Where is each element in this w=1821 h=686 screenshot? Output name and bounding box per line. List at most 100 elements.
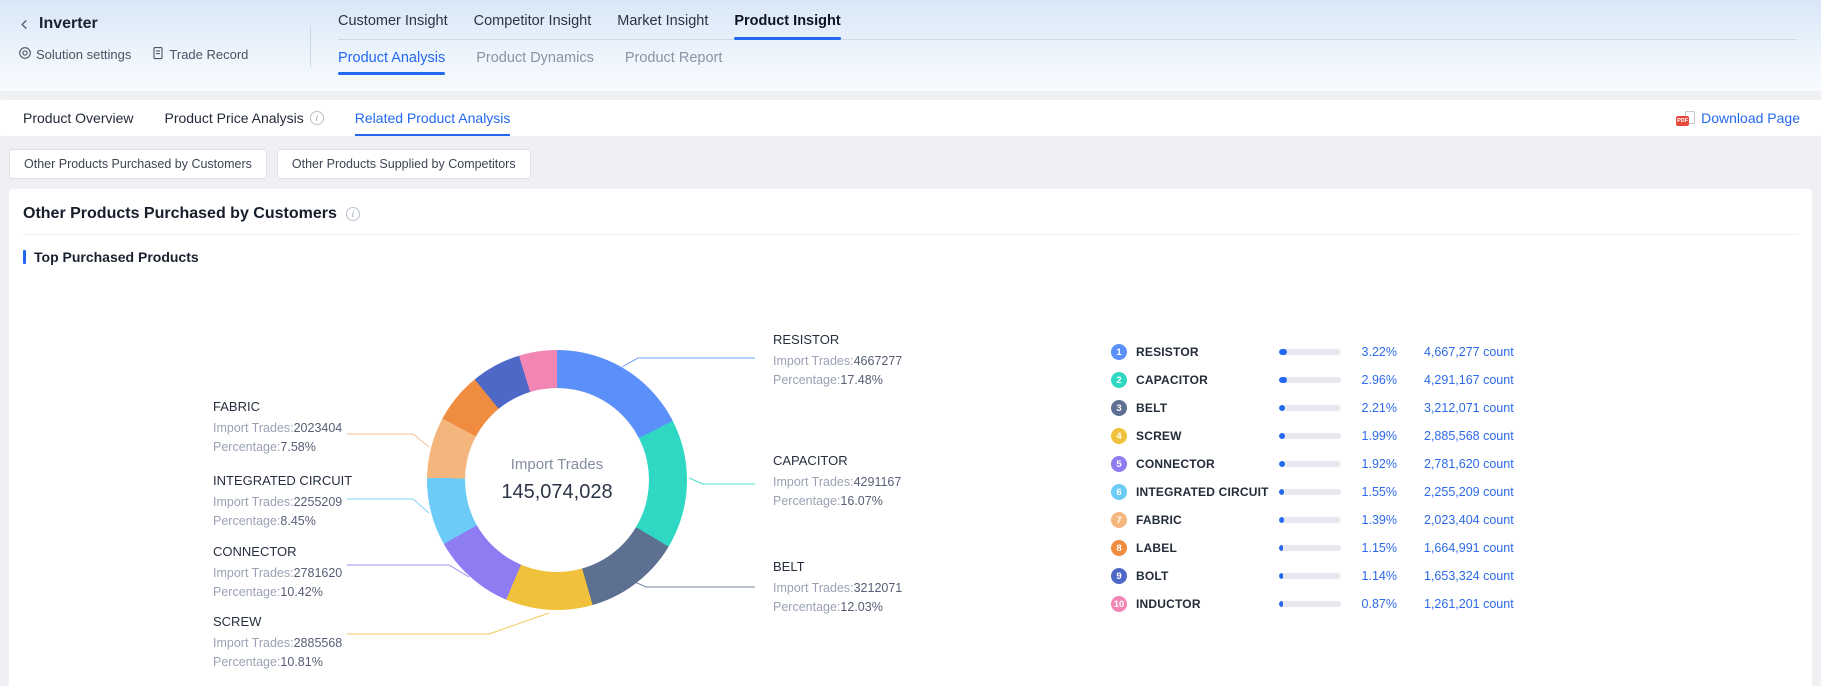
donut-callout-capacitor: CAPACITORImport Trades:4291167Percentage…: [773, 453, 968, 511]
legend-row-inductor[interactable]: 10INDUCTOR0.87%1,261,201 count: [1111, 590, 1514, 618]
callout-trades-value: 4291167: [854, 475, 902, 489]
legend-percentage: 1.39%: [1351, 513, 1397, 527]
callout-percentage: Percentage:10.42%: [213, 583, 408, 602]
callout-pct-value: 12.03%: [840, 600, 882, 614]
back-button[interactable]: [18, 17, 32, 31]
legend-percentage: 1.14%: [1351, 569, 1397, 583]
legend-product-name: INTEGRATED CIRCUIT: [1136, 485, 1279, 499]
toolbar-tab-related-product-analysis[interactable]: Related Product Analysis: [355, 100, 511, 136]
leader-line-capacitor: [689, 478, 755, 484]
callout-import-trades: Import Trades:2255209: [213, 493, 408, 512]
toolbar-tab-product-price-analysis[interactable]: Product Price Analysisi: [164, 100, 323, 136]
callout-trades-label: Import Trades:: [773, 581, 854, 595]
callout-pct-label: Percentage:: [213, 514, 280, 528]
legend-progress-fill: [1279, 545, 1283, 551]
donut-callout-connector: CONNECTORImport Trades:2781620Percentage…: [213, 544, 408, 602]
legend-row-belt[interactable]: 3BELT2.21%3,212,071 count: [1111, 394, 1514, 422]
legend-percentage: 3.22%: [1351, 345, 1397, 359]
callout-trades-label: Import Trades:: [213, 636, 294, 650]
callout-percentage: Percentage:8.45%: [213, 512, 408, 531]
filter-button-other-products-purchased-by-customers[interactable]: Other Products Purchased by Customers: [9, 149, 267, 179]
legend-percentage: 2.96%: [1351, 373, 1397, 387]
main-tab-customer-insight[interactable]: Customer Insight: [338, 13, 448, 29]
chevron-left-icon: [18, 18, 31, 31]
sub-tab-product-report[interactable]: Product Report: [625, 50, 723, 66]
download-page-link[interactable]: PDF Download Page: [1676, 100, 1800, 136]
legend-row-capacitor[interactable]: 2CAPACITOR2.96%4,291,167 count: [1111, 366, 1514, 394]
donut-center: Import Trades 145,074,028: [427, 350, 687, 610]
legend-row-screw[interactable]: 4SCREW1.99%2,885,568 count: [1111, 422, 1514, 450]
callout-trades-value: 2255209: [294, 495, 343, 509]
callout-pct-label: Percentage:: [773, 373, 840, 387]
callout-product-name: BELT: [773, 559, 968, 574]
callout-percentage: Percentage:16.07%: [773, 492, 968, 511]
main-tab-product-insight[interactable]: Product Insight: [734, 13, 840, 29]
main-tab-competitor-insight[interactable]: Competitor Insight: [474, 13, 592, 29]
callout-import-trades: Import Trades:3212071: [773, 579, 968, 598]
callout-import-trades: Import Trades:2023404: [213, 419, 408, 438]
callout-pct-value: 7.58%: [280, 440, 315, 454]
legend-count: 1,261,201 count: [1424, 597, 1514, 611]
legend-product-name: FABRIC: [1136, 513, 1279, 527]
donut-callout-belt: BELTImport Trades:3212071Percentage:12.0…: [773, 559, 968, 617]
legend-count: 2,255,209 count: [1424, 485, 1514, 499]
main-tab-bar: Customer Insight Competitor Insight Market…: [338, 13, 1797, 40]
callout-percentage: Percentage:10.81%: [213, 653, 408, 672]
legend-percentage: 2.21%: [1351, 401, 1397, 415]
legend-percentage: 1.99%: [1351, 429, 1397, 443]
legend-count: 2,885,568 count: [1424, 429, 1514, 443]
callout-product-name: SCREW: [213, 614, 408, 629]
legend-count: 2,023,404 count: [1424, 513, 1514, 527]
toolbar-tab-label: Product Overview: [23, 110, 133, 126]
legend-row-label[interactable]: 8LABEL1.15%1,664,991 count: [1111, 534, 1514, 562]
legend-progress-bar: [1279, 489, 1341, 495]
rank-badge: 1: [1111, 344, 1127, 360]
legend-progress-fill: [1279, 433, 1285, 439]
rank-badge: 4: [1111, 428, 1127, 444]
callout-trades-label: Import Trades:: [213, 495, 294, 509]
legend-row-integrated-circuit[interactable]: 6INTEGRATED CIRCUIT1.55%2,255,209 count: [1111, 478, 1514, 506]
callout-pct-label: Percentage:: [213, 585, 280, 599]
sub-tab-bar: Product Analysis Product Dynamics Product …: [338, 50, 1797, 66]
donut-callout-resistor: RESISTORImport Trades:4667277Percentage:…: [773, 332, 968, 390]
toolbar-tab-product-overview[interactable]: Product Overview: [23, 100, 133, 136]
toolbar-tab-label: Related Product Analysis: [355, 110, 511, 126]
legend-progress-fill: [1279, 461, 1285, 467]
legend-row-connector[interactable]: 5CONNECTOR1.92%2,781,620 count: [1111, 450, 1514, 478]
callout-pct-value: 10.42%: [280, 585, 322, 599]
main-tab-market-insight[interactable]: Market Insight: [617, 13, 708, 29]
callout-percentage: Percentage:7.58%: [213, 438, 408, 457]
sub-tab-product-analysis[interactable]: Product Analysis: [338, 50, 445, 66]
legend-progress-bar: [1279, 545, 1341, 551]
callout-pct-label: Percentage:: [213, 655, 280, 669]
legend-product-name: CAPACITOR: [1136, 373, 1279, 387]
legend-product-name: RESISTOR: [1136, 345, 1279, 359]
filter-button-other-products-supplied-by-competitors[interactable]: Other Products Supplied by Competitors: [277, 149, 531, 179]
callout-trades-value: 3212071: [854, 581, 903, 595]
rank-badge: 10: [1111, 596, 1127, 612]
page-header: Inverter Solution settingsTrade Record C…: [0, 0, 1821, 91]
callout-import-trades: Import Trades:2781620: [213, 564, 408, 583]
donut-chart-area: Import Trades 145,074,028 RESISTOR Import…: [9, 277, 1812, 686]
section-info-icon[interactable]: i: [346, 207, 360, 221]
subsection-title: Top Purchased Products: [34, 249, 199, 265]
header-action-solution-settings[interactable]: Solution settings: [18, 46, 131, 63]
sub-tab-product-dynamics[interactable]: Product Dynamics: [476, 50, 594, 66]
header-tabs-block: Customer Insight Competitor Insight Market…: [311, 0, 1797, 91]
download-page-label: Download Page: [1701, 110, 1800, 126]
legend-product-name: BOLT: [1136, 569, 1279, 583]
callout-percentage: Percentage:12.03%: [773, 598, 968, 617]
callout-trades-value: 4667277: [854, 354, 903, 368]
callout-pct-label: Percentage:: [773, 494, 840, 508]
legend-row-resistor[interactable]: 1 RESISTOR 3.22% 4,667,277 count: [1111, 338, 1514, 366]
info-icon[interactable]: i: [310, 111, 324, 125]
donut-chart[interactable]: Import Trades 145,074,028: [427, 350, 687, 610]
callout-product-name: CAPACITOR: [773, 453, 968, 468]
legend-count: 2,781,620 count: [1424, 457, 1514, 471]
legend-progress-bar: [1279, 517, 1341, 523]
legend-row-bolt[interactable]: 9BOLT1.14%1,653,324 count: [1111, 562, 1514, 590]
legend-row-fabric[interactable]: 7FABRIC1.39%2,023,404 count: [1111, 506, 1514, 534]
legend-count: 4,667,277 count: [1424, 345, 1514, 359]
analysis-tab-bar: Product Overview Product Price Analysisi R…: [0, 100, 1821, 136]
header-action-trade-record[interactable]: Trade Record: [151, 46, 248, 63]
